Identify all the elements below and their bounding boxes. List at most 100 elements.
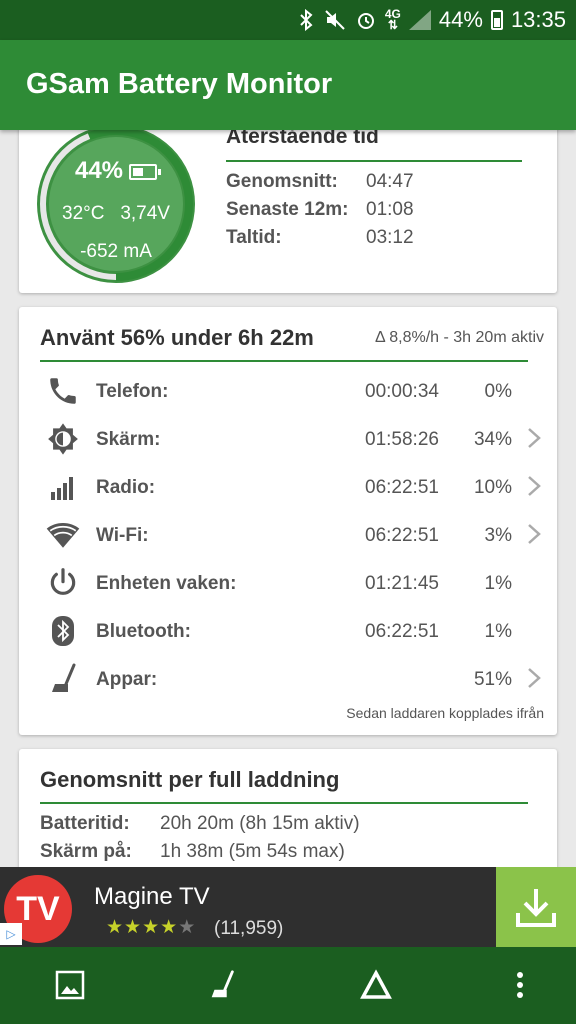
average-value: 20h 20m (8h 15m aktiv) <box>160 813 360 834</box>
gauge-percent: 44% <box>74 157 124 184</box>
phone-icon <box>45 373 81 409</box>
remaining-value: 01:08 <box>366 199 414 220</box>
average-title: Genomsnitt per full laddning <box>40 767 340 792</box>
ad-logo-text: TV <box>16 889 60 928</box>
usage-percent: 3% <box>484 525 512 546</box>
adchoices-icon[interactable]: ▷ <box>0 923 22 945</box>
usage-label: Telefon: <box>96 381 169 402</box>
usage-time: 06:22:51 <box>365 621 439 642</box>
star-half-icon: ★ <box>160 917 179 938</box>
usage-label: Wi-Fi: <box>96 525 149 546</box>
ad-rating-stars: ★★★★★ <box>106 916 196 939</box>
bluetooth-icon <box>45 613 81 649</box>
average-row: Batteritid: 20h 20m (8h 15m aktiv) <box>40 813 360 835</box>
divider <box>40 802 528 804</box>
chevron-right-icon[interactable] <box>527 475 541 497</box>
star-icon: ★ <box>142 917 161 938</box>
gauge-temperature: 32°C <box>62 203 105 224</box>
battery-icon <box>129 163 162 180</box>
usage-row-bluetooth[interactable]: Bluetooth: 06:22:51 1% <box>19 611 557 651</box>
bottom-action-bar <box>0 947 576 1024</box>
usage-row-awake[interactable]: Enheten vaken: 01:21:45 1% <box>19 563 557 603</box>
battery-card[interactable]: 44% 32°C 3,74V -652 mA Återstående tid G… <box>19 115 557 293</box>
usage-time: 01:21:45 <box>365 573 439 594</box>
gauge-percent-row: 44% <box>49 157 183 185</box>
battery-gauge[interactable]: 44% 32°C 3,74V -652 mA <box>37 125 195 283</box>
triangle-icon <box>360 969 392 999</box>
bluetooth-icon <box>295 9 317 31</box>
usage-time: 01:58:26 <box>365 429 439 450</box>
status-icons: 4G ⇅ 44% 13:35 <box>295 0 566 40</box>
signal-bars-icon <box>45 469 81 505</box>
gauge-voltage: 3,74V <box>120 203 170 224</box>
usage-footnote: Sedan laddaren kopplades ifrån <box>346 705 544 721</box>
usage-label: Bluetooth: <box>96 621 191 642</box>
signal-icon <box>408 10 431 30</box>
usage-label: Skärm: <box>96 429 161 450</box>
more-options-button[interactable] <box>500 965 540 1005</box>
remaining-label: Genomsnitt: <box>226 171 338 192</box>
chevron-right-icon[interactable] <box>527 667 541 689</box>
usage-delta: Δ 8,8%/h - 3h 20m aktiv <box>375 329 544 346</box>
remaining-label: Taltid: <box>226 227 282 248</box>
ad-app-name[interactable]: Magine TV <box>94 883 210 911</box>
chevron-right-icon[interactable] <box>527 427 541 449</box>
wifi-icon <box>45 517 81 553</box>
ad-rating-count: (11,959) <box>214 918 284 939</box>
gauge-current: -652 mA <box>80 241 152 262</box>
more-vert-icon <box>517 972 523 998</box>
usage-row-apps[interactable]: Appar: 51% <box>19 659 557 699</box>
brightness-icon <box>45 421 81 457</box>
image-button[interactable] <box>50 965 90 1005</box>
remaining-label: Senaste 12m: <box>226 199 349 220</box>
download-icon <box>516 889 556 927</box>
remaining-row: Taltid: 03:12 <box>226 227 414 249</box>
average-row: Skärm på: 1h 38m (5m 54s max) <box>40 841 345 863</box>
remaining-value: 04:47 <box>366 171 414 192</box>
remaining-value: 03:12 <box>366 227 414 248</box>
ad-download-button[interactable] <box>496 867 576 947</box>
divider <box>40 360 528 362</box>
usage-time: 06:22:51 <box>365 525 439 546</box>
remaining-row: Senaste 12m: 01:08 <box>226 199 414 221</box>
4g-icon: 4G ⇅ <box>384 7 401 32</box>
usage-time: 06:22:51 <box>365 477 439 498</box>
usage-row-phone[interactable]: Telefon: 00:00:34 0% <box>19 371 557 411</box>
usage-title: Använt 56% under 6h 22m <box>40 325 314 350</box>
remaining-row: Genomsnitt: 04:47 <box>226 171 414 193</box>
ad-banner[interactable]: TV ▷ Magine TV ★★★★★ (11,959) <box>0 867 576 947</box>
usage-card[interactable]: Använt 56% under 6h 22m Δ 8,8%/h - 3h 20… <box>19 307 557 735</box>
status-bar: 4G ⇅ 44% 13:35 <box>0 0 576 40</box>
mute-icon <box>325 9 347 31</box>
average-label: Skärm på: <box>40 841 132 862</box>
image-icon <box>55 970 85 1000</box>
usage-row-screen[interactable]: Skärm: 01:58:26 34% <box>19 419 557 459</box>
divider <box>226 160 522 162</box>
average-label: Batteritid: <box>40 813 130 834</box>
usage-percent: 51% <box>473 669 512 690</box>
usage-label: Radio: <box>96 477 156 498</box>
usage-row-wifi[interactable]: Wi-Fi: 06:22:51 3% <box>19 515 557 555</box>
usage-percent: 0% <box>484 381 512 402</box>
usage-label: Enheten vaken: <box>96 573 237 594</box>
app-title: GSam Battery Monitor <box>26 68 333 100</box>
usage-percent: 34% <box>473 429 512 450</box>
apps-broom-icon <box>45 661 81 697</box>
star-empty-icon: ★ <box>178 917 197 938</box>
star-icon: ★ <box>124 917 143 938</box>
app-bar: GSam Battery Monitor <box>0 40 576 130</box>
usage-time: 00:00:34 <box>365 381 439 402</box>
gauge-inner: 44% 32°C 3,74V -652 mA <box>49 137 183 271</box>
average-value: 1h 38m (5m 54s max) <box>160 841 345 862</box>
delta-button[interactable] <box>356 965 396 1005</box>
power-icon <box>45 565 81 601</box>
apps-button[interactable] <box>202 965 242 1005</box>
gauge-temp-voltage: 32°C 3,74V <box>49 203 183 225</box>
usage-label: Appar: <box>96 669 158 690</box>
usage-percent: 1% <box>484 573 512 594</box>
star-icon: ★ <box>106 917 125 938</box>
chevron-right-icon[interactable] <box>527 523 541 545</box>
usage-row-radio[interactable]: Radio: 06:22:51 10% <box>19 467 557 507</box>
broom-icon <box>211 970 234 998</box>
alarm-icon <box>355 9 377 31</box>
